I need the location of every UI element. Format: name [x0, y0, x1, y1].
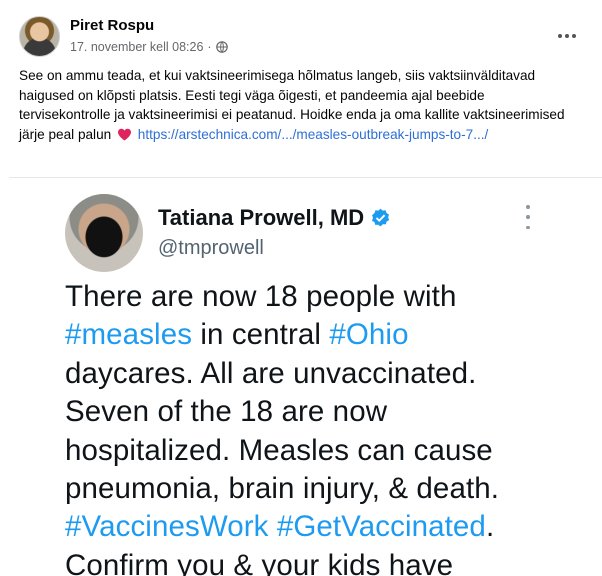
tweet-handle: @tmprowell: [158, 237, 264, 259]
tweet-text-segment: daycares. All are unvaccinated.: [65, 356, 477, 390]
embedded-tweet-image[interactable]: Tatiana Prowell, MD @tmprowell There are…: [9, 177, 602, 576]
article-link[interactable]: https://arstechnica.com/.../measles-outb…: [138, 127, 489, 142]
tweet-author-avatar: [65, 194, 143, 272]
tweet-text: There are now 18 people with #measles in …: [65, 278, 585, 576]
tweet-text-line: pneumonia, brain injury, & death.: [65, 470, 585, 508]
facebook-post: Piret Rospu 17. november kell 08:26 · Se…: [0, 0, 602, 576]
post-caption: See on ammu teada, et kui vaktsineerimis…: [19, 66, 579, 144]
tweet-text-segment: in central: [192, 318, 330, 352]
hashtag-link[interactable]: #measles: [65, 318, 192, 351]
hashtag-link[interactable]: #VaccinesWork: [65, 510, 269, 543]
post-options-button[interactable]: [553, 26, 581, 46]
globe-icon: [215, 41, 228, 53]
author-name[interactable]: Piret Rospu: [70, 17, 154, 34]
tweet-text-line: daycares. All are unvaccinated.: [65, 355, 585, 393]
heart-icon: [117, 128, 131, 141]
tweet-text-segment: pneumonia, brain injury, & death.: [65, 472, 500, 506]
tweet-options-icon: [523, 205, 533, 229]
tweet-text-line: #measles in central #Ohio: [65, 316, 585, 354]
more-dot-icon: [572, 34, 576, 38]
verified-badge-icon: [372, 208, 390, 226]
tweet-author-name: Tatiana Prowell, MD: [158, 205, 391, 231]
tweet-text-segment: Confirm you & your kids have: [65, 548, 454, 576]
tweet-text-segment: There are now 18 people with: [65, 280, 457, 313]
more-dot-icon: [565, 34, 569, 38]
tweet-author-name-text: Tatiana Prowell, MD: [158, 205, 365, 230]
tweet-text-line: hospitalized. Measles can cause: [65, 432, 585, 470]
tweet-text-segment: [269, 510, 277, 543]
more-dot-icon: [526, 215, 530, 219]
hashtag-link[interactable]: #Ohio: [329, 318, 408, 351]
meta-separator: ·: [207, 40, 212, 54]
post-timestamp[interactable]: 17. november kell 08:26: [70, 40, 203, 54]
author-avatar[interactable]: [19, 16, 60, 57]
tweet-text-line: Confirm you & your kids have: [65, 547, 585, 576]
tweet-text-segment: hospitalized. Measles can cause: [65, 433, 493, 467]
tweet-text-line: Seven of the 18 are now: [65, 393, 585, 431]
hashtag-link[interactable]: #GetVaccinated: [277, 510, 486, 543]
tweet-text-line: There are now 18 people with: [65, 278, 585, 316]
tweet-text-segment: Seven of the 18 are now: [65, 395, 388, 429]
more-dot-icon: [526, 225, 530, 229]
post-meta: 17. november kell 08:26 ·: [70, 40, 228, 54]
tweet-text-line: #VaccinesWork #GetVaccinated.: [65, 508, 585, 546]
more-dot-icon: [526, 205, 530, 209]
tweet-text-segment: .: [485, 510, 495, 544]
more-dot-icon: [558, 34, 562, 38]
